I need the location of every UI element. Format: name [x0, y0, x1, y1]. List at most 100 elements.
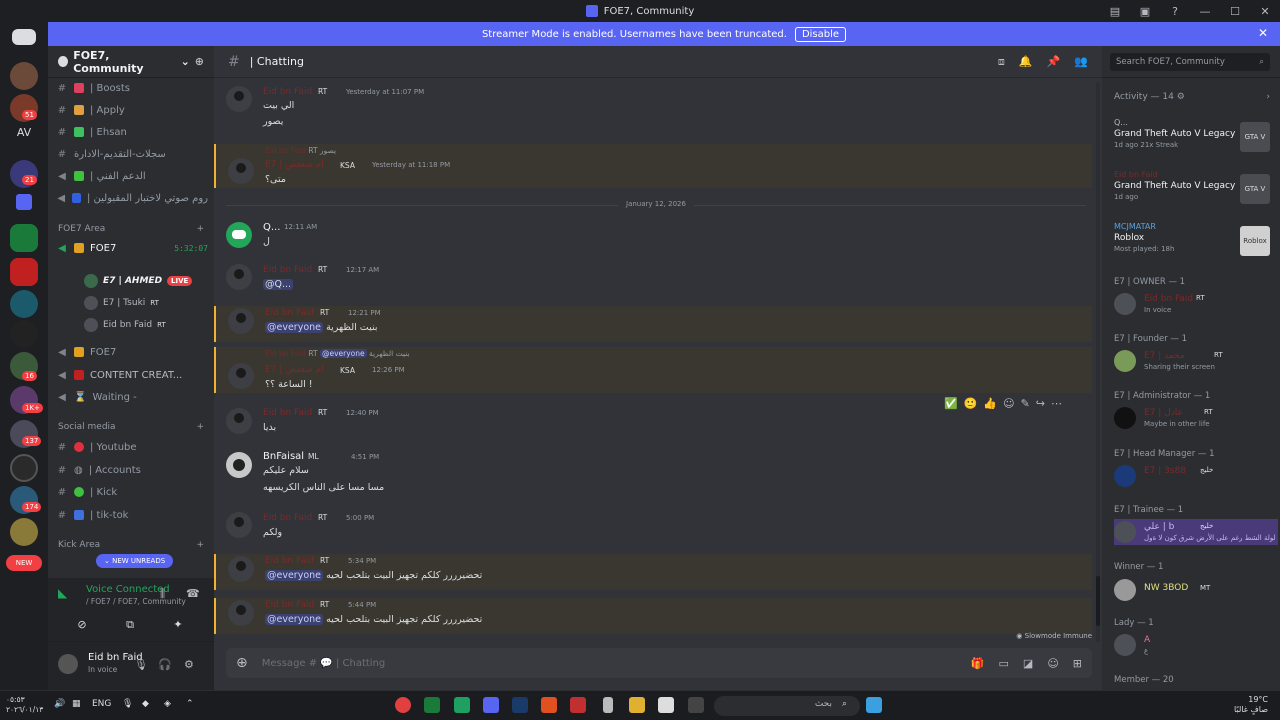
voice-channel-foe7[interactable]: ◀ FOE7 5:32:07	[56, 238, 208, 258]
chevron-up-icon[interactable]: ⌃	[186, 699, 194, 709]
mic-icon[interactable]: 🎙	[134, 658, 148, 671]
username[interactable]: Eid bn Faid	[265, 308, 314, 318]
disconnect-icon[interactable]: ☎	[186, 587, 200, 600]
avatar[interactable]	[226, 86, 252, 112]
new-unreads-pill[interactable]: ⌄ NEW UNREADS	[96, 554, 174, 568]
category-foe7-area[interactable]: FOE7 Area +	[58, 224, 204, 234]
discord-home-icon[interactable]	[12, 29, 36, 45]
activity-card[interactable]: Eid bn Faid Grand Theft Auto V Legacy 1d…	[1114, 170, 1270, 218]
channel-accounts[interactable]: # ◍ | Accounts	[56, 460, 208, 480]
member-item[interactable]: E7 | عادل RT Maybe in other life	[1114, 405, 1278, 431]
everyone-mention[interactable]: @everyone	[265, 322, 324, 333]
sticker-icon[interactable]: ◪	[1023, 657, 1033, 670]
voice-user[interactable]: Eid bn Faid RT	[84, 316, 166, 334]
server-icon[interactable]	[10, 224, 38, 252]
message[interactable]: Eid bn Faid RT 5:00 PM ولكم	[214, 510, 1092, 544]
help-icon[interactable]: ?	[1160, 5, 1190, 18]
server-icon[interactable]	[10, 454, 38, 482]
emoji-icon[interactable]: ☺	[1047, 657, 1058, 670]
channel-ehsan[interactable]: # | Ehsan	[56, 122, 208, 142]
avatar[interactable]	[228, 556, 254, 582]
screen-share-icon[interactable]: ⧉	[118, 618, 142, 636]
member-item[interactable]: E7 | 3s88 خليج	[1114, 463, 1278, 489]
avatar[interactable]	[228, 600, 254, 626]
channel-apply-logs[interactable]: # سجلات-التقديم-الادارة	[56, 144, 208, 164]
username[interactable]: Eid bn Faid	[263, 87, 312, 97]
avatar[interactable]	[226, 408, 252, 434]
maximize-button[interactable]: ☐	[1220, 5, 1250, 18]
add-reaction-icon[interactable]: ☺	[1003, 397, 1014, 410]
steam-icon[interactable]	[512, 697, 528, 713]
channel-voice-test[interactable]: ◀ | روم صوتي لاختبار المقبولين	[56, 188, 208, 208]
inbox-icon[interactable]: ▤	[1100, 5, 1130, 18]
voice-channel-waiting[interactable]: ◀ ⌛ Waiting -	[56, 387, 208, 407]
activity-card[interactable]: MCJMATAR Roblox Most played: 18h Roblox	[1114, 222, 1270, 270]
folder-icon[interactable]	[16, 194, 32, 210]
username[interactable]: Eid bn Faid	[263, 265, 312, 275]
message-highlighted[interactable]: Eid bn Faid RT 12:21 PM @everyone بنيت ا…	[214, 306, 1092, 342]
username[interactable]: Q...	[263, 222, 280, 233]
message-highlighted[interactable]: Eid bn Faid RT يصور E7 | ام صعقص KSA Yes…	[214, 144, 1092, 188]
mic-icon[interactable]: 🎙	[122, 699, 133, 709]
username[interactable]: E7 | ام صعقص	[265, 160, 324, 170]
edit-icon[interactable]: ✎	[1021, 397, 1030, 410]
camera-off-icon[interactable]: ⊘	[70, 618, 94, 636]
avatar[interactable]	[228, 308, 254, 334]
thumbs-up-icon[interactable]: 👍	[983, 397, 997, 410]
discord-icon[interactable]	[483, 697, 499, 713]
app-icon[interactable]	[424, 697, 440, 713]
message-highlighted[interactable]: Eid bn Faid RT @everyone بنيت الظهرية E7…	[214, 347, 1092, 393]
folder-icon[interactable]	[629, 697, 645, 713]
everyone-mention[interactable]: @everyone	[265, 614, 324, 625]
channel-boosts[interactable]: # | Boosts	[56, 78, 208, 98]
message-composer[interactable]: ⊕ Message # 💬 | Chatting 🎁 ▭ ◪ ☺ ⊞	[226, 648, 1092, 678]
avatar[interactable]	[226, 264, 252, 290]
server-icon[interactable]	[10, 320, 38, 348]
reply-preview[interactable]: Eid bn Faid RT يصور	[265, 146, 336, 155]
settings-icon[interactable]: ⚙	[184, 658, 194, 671]
server-av[interactable]: AV	[10, 126, 38, 139]
chat-scrollbar[interactable]	[1096, 82, 1100, 642]
activity-header[interactable]: Activity — 14 ⚙ ›	[1114, 92, 1270, 102]
message[interactable]: BnFaisal ML 4:51 PM سلام عليكم مسا مسا ع…	[214, 450, 1092, 496]
avatar[interactable]	[226, 512, 252, 538]
plus-icon[interactable]: +	[196, 422, 204, 432]
chrome-icon[interactable]	[395, 697, 411, 713]
server-icon[interactable]	[10, 290, 38, 318]
close-banner-icon[interactable]: ✕	[1258, 26, 1268, 40]
taskbar-search[interactable]: بحث	[714, 696, 860, 716]
message[interactable]: Q... 12:11 AM ل	[214, 222, 1092, 256]
voice-location[interactable]: / FOE7 / FOE7, Community	[86, 597, 186, 606]
channel-tiktok[interactable]: # | tik-tok	[56, 505, 208, 525]
channel-support[interactable]: ◀ | الدعم الفني	[56, 166, 208, 186]
everyone-mention[interactable]: @everyone	[265, 570, 324, 581]
members-icon[interactable]: 👥	[1074, 55, 1088, 69]
username[interactable]: Eid bn Faid	[263, 408, 312, 418]
voice-user[interactable]: E7 | Tsuki RT	[84, 294, 159, 312]
guild-header[interactable]: FOE7, Community ⌄ ⊕	[48, 46, 214, 78]
app-icon[interactable]	[688, 697, 704, 713]
server-icon[interactable]	[10, 518, 38, 546]
voice-channel-foe7-2[interactable]: ◀ FOE7	[56, 342, 208, 362]
activities-icon[interactable]: ✦	[166, 618, 190, 636]
plus-icon[interactable]: +	[196, 224, 204, 234]
voice-connected-label[interactable]: Voice Connected	[86, 584, 170, 595]
server-icon[interactable]	[10, 62, 38, 90]
member-item[interactable]: Eid bn Faid RT In voice	[1114, 291, 1278, 317]
screen-icon[interactable]: ▣	[1130, 5, 1160, 18]
member-item[interactable]: Aع	[1114, 632, 1278, 658]
member-item[interactable]: E7 | محمد RT Sharing their screen	[1114, 348, 1278, 374]
headset-icon[interactable]: 🎧	[158, 658, 172, 671]
more-icon[interactable]: ⋯	[1051, 397, 1062, 410]
message[interactable]: Eid bn Faid RT Yesterday at 11:07 PM الي…	[214, 84, 1092, 134]
channel-kick[interactable]: # | Kick	[56, 482, 208, 502]
bell-icon[interactable]: 🔔	[1019, 55, 1033, 69]
server-icon[interactable]	[10, 258, 38, 286]
apps-icon[interactable]: ⊞	[1073, 657, 1082, 670]
disable-button[interactable]: Disable	[794, 26, 847, 42]
category-social-media[interactable]: Social media +	[58, 422, 204, 432]
category-kick-area[interactable]: Kick Area +	[58, 540, 204, 550]
store-icon[interactable]	[658, 697, 674, 713]
brave-icon[interactable]	[541, 697, 557, 713]
tray-app-icon[interactable]: ◆	[142, 699, 149, 709]
